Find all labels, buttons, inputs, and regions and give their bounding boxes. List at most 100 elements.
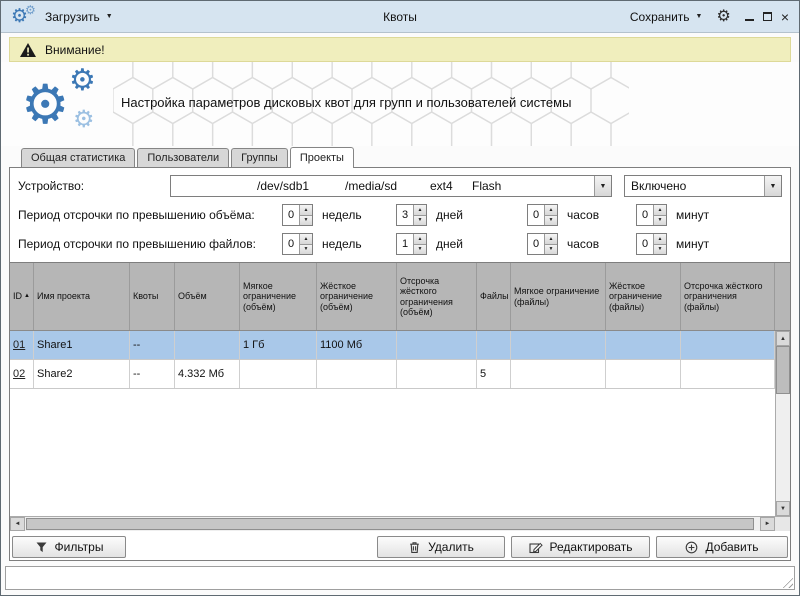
tab-general-statistics[interactable]: Общая статистика [21, 148, 135, 167]
column-header-grace-volume[interactable]: Отсрочка жёсткого ограничения (объём) [397, 263, 477, 330]
warning-text: Внимание! [45, 43, 105, 57]
app-gears-icon: ⚙ ⚙ [11, 4, 37, 30]
device-select[interactable]: /dev/sdb1 /media/sd ext4 Flash ▼ [170, 175, 612, 197]
spinner-down-icon[interactable]: ▼ [300, 216, 312, 226]
device-mountpoint: /media/sd [345, 179, 430, 193]
load-menu-button[interactable]: Загрузить ▼ [45, 10, 113, 24]
maximize-button[interactable] [763, 12, 772, 21]
spinner-down-icon[interactable]: ▼ [654, 216, 666, 226]
table-header: ID ▲ Имя проекта Квоты Объём Мягкое огра… [10, 263, 790, 331]
quota-status-select[interactable]: Включено ▼ [624, 175, 782, 197]
scrollbar-track[interactable] [25, 517, 760, 531]
filter-icon [35, 541, 48, 554]
action-bar: Фильтры Удалить Редактировать [12, 536, 788, 558]
table-row[interactable]: 02 Share2 -- 4.332 Мб 5 [10, 360, 775, 389]
spinner-value[interactable]: 3 [397, 205, 413, 225]
settings-gear-icon[interactable]: ⚙ [716, 9, 730, 25]
vertical-scrollbar[interactable]: ▲ ▼ [775, 331, 790, 516]
scrollbar-thumb[interactable] [26, 518, 754, 530]
scroll-left-icon[interactable]: ◄ [10, 517, 25, 531]
edit-button[interactable]: Редактировать [511, 536, 650, 558]
spinner-up-icon[interactable]: ▲ [545, 205, 557, 216]
quota-status-value: Включено [631, 179, 686, 193]
minimize-button[interactable] [745, 13, 754, 21]
files-weeks-spinner[interactable]: 0 ▲ ▼ [282, 233, 313, 255]
save-menu-button[interactable]: Сохранить ▼ [630, 10, 703, 24]
volume-minutes-spinner[interactable]: 0 ▲ ▼ [636, 204, 667, 226]
spinner-up-icon[interactable]: ▲ [414, 234, 426, 245]
unit-weeks-label: недель [322, 208, 362, 222]
column-header-soft-limit-files[interactable]: Мягкое ограничение (файлы) [511, 263, 606, 330]
spinner-value[interactable]: 0 [637, 234, 653, 254]
cell-soft-limit-files [511, 331, 606, 359]
spinner-down-icon[interactable]: ▼ [545, 245, 557, 255]
cell-soft-limit-volume: 1 Гб [240, 331, 317, 359]
spinner-up-icon[interactable]: ▲ [300, 205, 312, 216]
sort-ascending-icon: ▲ [24, 293, 30, 300]
gear-icon: ⚙ [21, 78, 69, 132]
close-button[interactable]: × [781, 12, 789, 22]
scroll-right-icon[interactable]: ► [760, 517, 775, 531]
spinner-value[interactable]: 0 [283, 234, 299, 254]
spinner-value[interactable]: 0 [528, 205, 544, 225]
scrollbar-thumb[interactable] [776, 346, 790, 394]
table-row[interactable]: 01 Share1 -- 1 Гб 1100 Мб [10, 331, 775, 360]
spinner-down-icon[interactable]: ▼ [300, 245, 312, 255]
delete-button[interactable]: Удалить [377, 536, 505, 558]
tab-groups[interactable]: Группы [231, 148, 288, 167]
spinner-value[interactable]: 0 [637, 205, 653, 225]
tab-projects[interactable]: Проекты [290, 147, 354, 168]
tab-bar: Общая статистика Пользователи Группы Про… [1, 146, 799, 167]
spinner-up-icon[interactable]: ▲ [545, 234, 557, 245]
column-header-soft-limit-volume[interactable]: Мягкое ограничение (объём) [240, 263, 317, 330]
spinner-down-icon[interactable]: ▼ [654, 245, 666, 255]
files-hours-spinner[interactable]: 0 ▲ ▼ [527, 233, 558, 255]
cell-project-name: Share2 [34, 360, 130, 388]
device-row: Устройство: /dev/sdb1 /media/sd ext4 Fla… [18, 175, 782, 197]
volume-weeks-spinner[interactable]: 0 ▲ ▼ [282, 204, 313, 226]
cell-soft-limit-volume [240, 360, 317, 388]
cell-grace-volume [397, 331, 477, 359]
column-header-id[interactable]: ID ▲ [10, 263, 34, 330]
spinner-down-icon[interactable]: ▼ [414, 216, 426, 226]
filters-button[interactable]: Фильтры [12, 536, 126, 558]
column-header-hard-limit-files[interactable]: Жёсткое ограничение (файлы) [606, 263, 681, 330]
spinner-up-icon[interactable]: ▲ [414, 205, 426, 216]
column-header-project-name[interactable]: Имя проекта [34, 263, 130, 330]
add-button[interactable]: Добавить [656, 536, 788, 558]
spinner-up-icon[interactable]: ▲ [654, 205, 666, 216]
gear-icon: ⚙ [25, 4, 36, 16]
spinner-up-icon[interactable]: ▲ [300, 234, 312, 245]
column-header-volume[interactable]: Объём [175, 263, 240, 330]
files-minutes-spinner[interactable]: 0 ▲ ▼ [636, 233, 667, 255]
spinner-down-icon[interactable]: ▼ [414, 245, 426, 255]
column-header-files[interactable]: Файлы [477, 263, 511, 330]
scroll-up-icon[interactable]: ▲ [776, 331, 790, 346]
volume-days-spinner[interactable]: 3 ▲ ▼ [396, 204, 427, 226]
chevron-down-icon[interactable]: ▼ [594, 176, 611, 196]
row-id-link[interactable]: 01 [13, 339, 25, 351]
spinner-value[interactable]: 0 [528, 234, 544, 254]
titlebar: ⚙ ⚙ Загрузить ▼ Квоты Сохранить ▼ ⚙ × [1, 1, 799, 33]
spinner-down-icon[interactable]: ▼ [545, 216, 557, 226]
volume-hours-spinner[interactable]: 0 ▲ ▼ [527, 204, 558, 226]
spinner-up-icon[interactable]: ▲ [654, 234, 666, 245]
spinner-value[interactable]: 0 [283, 205, 299, 225]
horizontal-scrollbar[interactable]: ◄ ► [10, 516, 790, 531]
cell-volume: 4.332 Мб [175, 360, 240, 388]
column-header-grace-files[interactable]: Отсрочка жёсткого ограничения (файлы) [681, 263, 775, 330]
projects-panel: Устройство: /dev/sdb1 /media/sd ext4 Fla… [9, 167, 791, 561]
column-header-hard-limit-volume[interactable]: Жёсткое ограничение (объём) [317, 263, 397, 330]
chevron-down-icon[interactable]: ▼ [764, 176, 781, 196]
files-days-spinner[interactable]: 1 ▲ ▼ [396, 233, 427, 255]
resize-grip[interactable] [780, 575, 793, 588]
cell-hard-limit-volume [317, 360, 397, 388]
tab-users[interactable]: Пользователи [137, 148, 229, 167]
scrollbar-track[interactable] [776, 346, 790, 501]
scroll-down-icon[interactable]: ▼ [776, 501, 790, 516]
grace-files-label: Период отсрочки по превышению файлов: [18, 237, 282, 251]
column-header-quotas[interactable]: Квоты [130, 263, 175, 330]
row-id-link[interactable]: 02 [13, 368, 25, 380]
spinner-value[interactable]: 1 [397, 234, 413, 254]
cell-soft-limit-files [511, 360, 606, 388]
